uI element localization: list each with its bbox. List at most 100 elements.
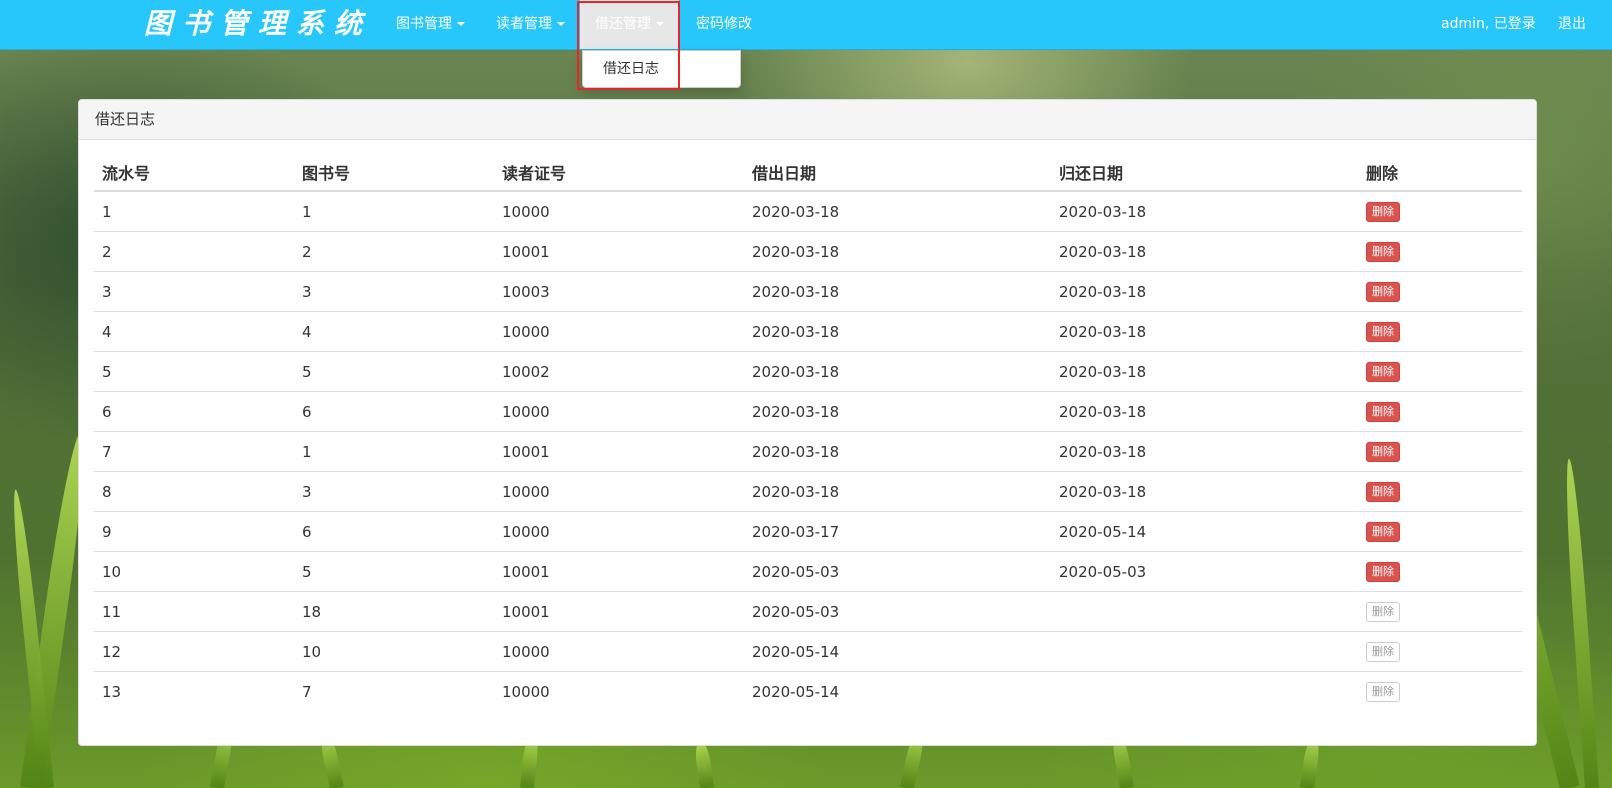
cell-id: 5: [94, 351, 294, 392]
cell-lend: 2020-03-18: [744, 351, 1051, 392]
delete-button[interactable]: 删除: [1366, 362, 1400, 382]
delete-button[interactable]: 删除: [1366, 322, 1400, 342]
cell-id: 10: [94, 551, 294, 592]
cell-lend: 2020-05-14: [744, 631, 1051, 672]
brand-logo[interactable]: 图书管理系统: [144, 4, 372, 44]
cell-reader: 10002: [494, 351, 744, 392]
cell-id: 3: [94, 271, 294, 312]
cell-book: 18: [294, 591, 494, 632]
lend-log-panel: 借还日志 流水号 图书号 读者证号 借出日期 归还日期 删除 1 1 10000 20…: [78, 99, 1537, 746]
column-header: 读者证号: [494, 153, 744, 192]
cell-reader: 10003: [494, 271, 744, 312]
cell-lend: 2020-03-18: [744, 311, 1051, 352]
table-row: 2 2 10001 2020-03-18 2020-03-18 删除: [94, 231, 1522, 272]
cell-lend: 2020-03-18: [744, 391, 1051, 432]
cell-lend: 2020-03-18: [744, 271, 1051, 312]
cell-reader: 10000: [494, 391, 744, 432]
delete-button[interactable]: 删除: [1366, 562, 1400, 582]
cell-lend: 2020-03-17: [744, 511, 1051, 552]
cell-reader: 10000: [502, 682, 550, 701]
delete-button[interactable]: 删除: [1366, 602, 1400, 622]
cell-lend: 2020-03-18: [744, 471, 1051, 512]
cell-back: 2020-03-18: [1051, 231, 1358, 272]
cell-book: 7: [302, 682, 312, 701]
cell-back: 2020-05-03: [1051, 551, 1358, 592]
cell-id: 12: [94, 631, 294, 672]
cell-book: 6: [294, 511, 494, 552]
cell-book: 6: [294, 391, 494, 432]
cell-back: 2020-03-18: [1051, 311, 1358, 352]
table-row: 11 18 10001 2020-05-03 删除: [94, 591, 1522, 632]
table-row: 4 4 10000 2020-03-18 2020-03-18 删除: [94, 311, 1522, 352]
cell-back: [1051, 631, 1358, 672]
cell-reader: 10000: [494, 631, 744, 672]
cell-back: 2020-03-18: [1051, 391, 1358, 432]
cell-back: 2020-03-18: [1051, 351, 1358, 392]
cell-delete: 删除: [1358, 672, 1522, 712]
nav-lend-management-label: 借还管理: [595, 16, 651, 32]
table-row: 3 3 10003 2020-03-18 2020-03-18 删除: [94, 271, 1522, 312]
cell-delete: 删除: [1358, 231, 1522, 272]
cell-id: 6: [94, 391, 294, 432]
dropdown-item-lend-log[interactable]: 借还日志: [603, 51, 659, 87]
lend-management-dropdown: 借还日志: [582, 50, 741, 88]
delete-button[interactable]: 删除: [1366, 402, 1400, 422]
nav-reader-management-label: 读者管理: [496, 16, 552, 32]
cell-back: 2020-03-18: [1051, 191, 1358, 232]
column-header: 归还日期: [1051, 153, 1358, 192]
table-row: 12 10 10000 2020-05-14 删除: [94, 631, 1522, 672]
delete-button[interactable]: 删除: [1366, 522, 1400, 542]
cell-book: 5: [294, 551, 494, 592]
delete-button[interactable]: 删除: [1366, 642, 1400, 662]
caret-down-icon: [557, 22, 565, 26]
cell-id: 8: [94, 471, 294, 512]
cell-reader: 10001: [494, 591, 744, 632]
table-row: 13 7 10000 2020-05-14 删除: [94, 672, 1522, 712]
nav-password-change-label: 密码修改: [696, 16, 752, 32]
cell-book: 1: [294, 431, 494, 472]
delete-button[interactable]: 删除: [1366, 242, 1400, 262]
cell-id: 4: [94, 311, 294, 352]
cell-delete: 删除: [1358, 271, 1522, 312]
cell-lend: 2020-03-18: [744, 431, 1051, 472]
cell-lend: 2020-05-03: [744, 551, 1051, 592]
column-header: 删除: [1358, 153, 1522, 192]
cell-id: 11: [94, 591, 294, 632]
column-header: 图书号: [294, 153, 494, 192]
nav-lend-management[interactable]: 借还管理: [580, 0, 679, 49]
cell-book: 4: [294, 311, 494, 352]
cell-lend: 2020-05-03: [744, 591, 1051, 632]
delete-button[interactable]: 删除: [1366, 202, 1400, 222]
delete-button[interactable]: 删除: [1366, 682, 1400, 702]
table-row: 7 1 10001 2020-03-18 2020-03-18 删除: [94, 431, 1522, 472]
table-row: 10 5 10001 2020-05-03 2020-05-03 删除: [94, 551, 1522, 592]
cell-delete: 删除: [1358, 431, 1522, 472]
cell-reader: 10000: [494, 191, 744, 232]
nav-book-management[interactable]: 图书管理: [396, 0, 465, 49]
cell-delete: 删除: [1358, 471, 1522, 512]
cell-reader: 10001: [494, 431, 744, 472]
cell-back: 2020-05-14: [1051, 511, 1358, 552]
cell-delete: 删除: [1358, 551, 1522, 592]
cell-delete: 删除: [1358, 631, 1522, 672]
table-row: 8 3 10000 2020-03-18 2020-03-18 删除: [94, 471, 1522, 512]
nav-reader-management[interactable]: 读者管理: [496, 0, 565, 49]
caret-down-icon: [656, 22, 664, 26]
table-row: 5 5 10002 2020-03-18 2020-03-18 删除: [94, 351, 1522, 392]
table-row: 9 6 10000 2020-03-17 2020-05-14 删除: [94, 511, 1522, 552]
user-status[interactable]: admin, 已登录: [1441, 0, 1536, 49]
cell-id: 2: [94, 231, 294, 272]
delete-button[interactable]: 删除: [1366, 442, 1400, 462]
caret-down-icon: [457, 22, 465, 26]
cell-reader: 10001: [494, 551, 744, 592]
cell-book: 10: [294, 631, 494, 672]
cell-id: 7: [94, 431, 294, 472]
delete-button[interactable]: 删除: [1366, 482, 1400, 502]
delete-button[interactable]: 删除: [1366, 282, 1400, 302]
nav-password-change[interactable]: 密码修改: [696, 0, 752, 49]
column-header: 借出日期: [744, 153, 1051, 192]
logout-link[interactable]: 退出: [1558, 0, 1586, 49]
top-navbar: 图书管理系统 图书管理 读者管理 借还管理 密码修改 admin, 已登录 退出: [0, 0, 1612, 50]
cell-back: 2020-03-18: [1051, 471, 1358, 512]
cell-back: 2020-03-18: [1051, 271, 1358, 312]
